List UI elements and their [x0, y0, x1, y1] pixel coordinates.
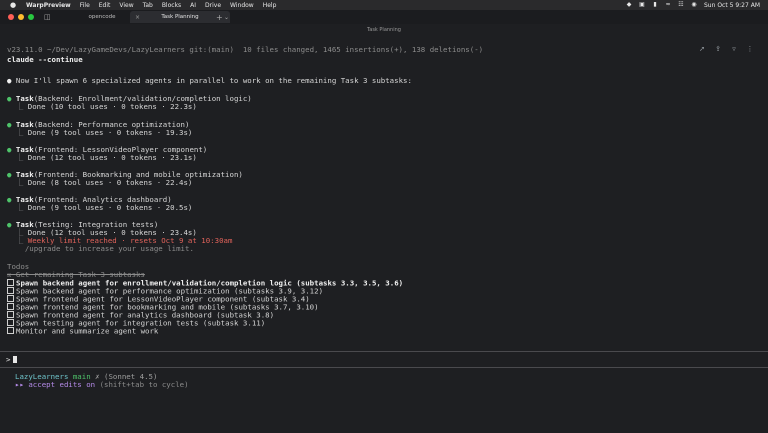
menu-ai[interactable]: AI	[190, 2, 196, 9]
task-result: ⎿ Done (12 tool uses · 0 tokens · 23.1s)	[7, 153, 197, 162]
menu-help[interactable]: Help	[263, 2, 277, 9]
zoom-window-button[interactable]	[28, 14, 34, 20]
apple-icon[interactable]: ●	[10, 1, 16, 9]
checkbox-icon	[7, 303, 14, 310]
terminal-output: v23.11.0 ~/Dev/LazyGameDevs/LazyLearners…	[7, 44, 747, 336]
accept-edits-line: ▸▸ accept edits on (shift+tab to cycle)	[15, 380, 189, 389]
accept-edits-label: accept edits on	[28, 380, 96, 389]
prompt-input[interactable]: >	[6, 355, 18, 364]
sidebar-toggle-icon[interactable]: ◫	[44, 13, 51, 21]
menu-view[interactable]: View	[119, 2, 133, 9]
checkbox-icon	[7, 311, 14, 318]
checkbox-icon	[7, 279, 14, 286]
dropbox-icon[interactable]: ◆	[626, 2, 632, 8]
tab-task-planning[interactable]: × Task Planning	[130, 11, 230, 23]
input-divider-top	[0, 351, 768, 352]
battery-icon[interactable]: ▮	[652, 2, 658, 8]
tab-bar: ◫ opencode × Task Planning + ⌄	[0, 10, 768, 24]
upgrade-hint: /upgrade to increase your usage limit.	[24, 244, 194, 253]
new-tab-button[interactable]: +	[216, 13, 223, 22]
control-center-icon[interactable]: ☷	[678, 2, 684, 8]
input-divider-bottom	[0, 367, 768, 368]
checkbox-icon	[7, 327, 14, 334]
assistant-intro: ● Now I'll spawn 6 specialized agents in…	[7, 76, 412, 85]
command-line: claude --continue	[7, 55, 83, 64]
task-result: ⎿ Done (9 tool uses · 0 tokens · 20.5s)	[7, 203, 193, 212]
more-icon[interactable]: ⋮	[746, 45, 754, 53]
menu-file[interactable]: File	[80, 2, 90, 9]
checkbox-icon	[7, 319, 14, 326]
text-cursor	[13, 356, 18, 363]
task-result: ⎿ Done (10 tool uses · 0 tokens · 22.3s)	[7, 102, 197, 111]
pane-title: Task Planning	[367, 27, 401, 33]
prompt-symbol: >	[6, 355, 11, 364]
todo-item: Monitor and summarize agent work	[7, 327, 158, 336]
menu-blocks[interactable]: Blocks	[162, 2, 181, 9]
checkbox-icon	[7, 287, 14, 294]
tab-menu-chevron-icon[interactable]: ⌄	[224, 14, 229, 21]
wifi-icon[interactable]: ≈	[665, 2, 671, 8]
menu-bar: ● WarpPreview File Edit View Tab Blocks …	[0, 0, 768, 10]
checkbox-icon	[7, 295, 14, 302]
close-window-button[interactable]	[8, 14, 14, 20]
minimize-window-button[interactable]	[18, 14, 24, 20]
tab-label: Task Planning	[161, 14, 199, 20]
display-icon[interactable]: ▣	[639, 2, 645, 8]
menu-tab[interactable]: Tab	[143, 2, 153, 9]
user-icon[interactable]: ◉	[691, 2, 697, 8]
tab-label: opencode	[88, 14, 116, 20]
prompt-context: v23.11.0 ~/Dev/LazyGameDevs/LazyLearners…	[7, 45, 484, 54]
app-menu[interactable]: WarpPreview	[26, 2, 71, 9]
task-result: ⎿ Done (8 tool uses · 0 tokens · 22.4s)	[7, 178, 193, 187]
menu-window[interactable]: Window	[230, 2, 254, 9]
menu-edit[interactable]: Edit	[99, 2, 111, 9]
menu-drive[interactable]: Drive	[205, 2, 221, 9]
task-result: ⎿ Done (9 tool uses · 0 tokens · 19.3s)	[7, 128, 193, 137]
accept-edits-hint: (shift+tab to cycle)	[99, 380, 189, 389]
close-tab-icon[interactable]: ×	[135, 14, 140, 21]
menubar-clock[interactable]: Sun Oct 5 9:27 AM	[704, 2, 760, 9]
